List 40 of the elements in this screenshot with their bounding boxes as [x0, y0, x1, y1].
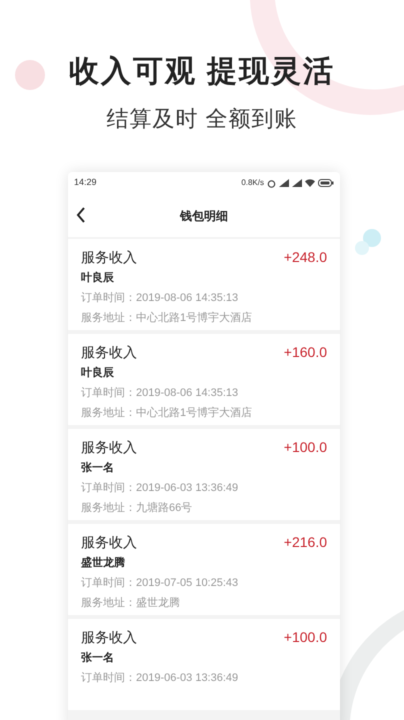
service-address: 服务地址：九塘路66号: [81, 500, 194, 516]
subheadline: 结算及时 全额到账: [106, 105, 298, 133]
order-time: 订单时间：2019-06-03 13:36:49: [81, 671, 240, 686]
amount: +160.0: [284, 342, 327, 362]
service-address: 服务地址：中心北路1号博宇大酒店: [81, 310, 254, 326]
income-record[interactable]: 服务收入 +216.0 盛世龙腾 订单时间：2019-07-05 10:25:43 服务地址：盛世龙腾: [68, 524, 340, 615]
customer-name: 叶良辰: [81, 270, 115, 286]
amount: +100.0: [284, 438, 327, 456]
income-record[interactable]: 服务收入 +248.0 叶良辰 订单时间：2019-08-06 14:35:13 服务地址：中心北路1号博宇大酒店: [68, 239, 340, 330]
headline: 收入可观 提现灵活: [68, 54, 336, 90]
decorative-bubbles: [355, 229, 381, 255]
decorative-circle: [15, 60, 45, 90]
customer-name: 盛世龙腾: [81, 556, 126, 571]
income-record[interactable]: 服务收入 +100.0 张一名 订单时间：2019-06-03 13:36:49: [68, 619, 340, 710]
customer-name: 张一名: [81, 650, 115, 666]
record-title: 服务收入: [81, 342, 137, 362]
amount: +248.0: [284, 248, 327, 266]
order-time: 订单时间：2019-08-06 14:35:13: [81, 291, 240, 306]
record-title: 服务收入: [81, 532, 137, 552]
order-time: 订单时间：2019-08-06 14:35:13: [81, 386, 240, 401]
battery-icon: [318, 179, 334, 187]
service-address: 服务地址：中心北路1号博宇大酒店: [81, 406, 254, 421]
income-record[interactable]: 服务收入 +160.0 叶良辰 订单时间：2019-08-06 14:35:13 服务地址：中心北路1号博宇大酒店: [68, 334, 340, 425]
service-address: 服务地址：盛世龙腾: [81, 596, 181, 611]
back-icon: [76, 207, 86, 223]
income-record[interactable]: 服务收入 +100.0 张一名 订单时间：2019-06-03 13:36:49 服务地址：九塘路66号: [68, 429, 340, 520]
status-time: 14:29: [74, 176, 97, 190]
customer-name: 叶良辰: [81, 366, 115, 381]
customer-name: 张一名: [81, 460, 115, 476]
record-title: 服务收入: [81, 248, 137, 266]
page-title: 钱包明细: [180, 208, 228, 224]
record-title: 服务收入: [81, 628, 137, 646]
network-speed: 0.8K/s: [241, 177, 264, 189]
alarm-icon: [267, 178, 276, 188]
amount: +100.0: [284, 628, 327, 646]
record-title: 服务收入: [81, 438, 137, 456]
wifi-icon: [305, 179, 315, 187]
amount: +216.0: [284, 532, 327, 552]
order-time: 订单时间：2019-06-03 13:36:49: [81, 481, 240, 496]
order-time: 订单时间：2019-07-05 10:25:43: [81, 576, 240, 591]
